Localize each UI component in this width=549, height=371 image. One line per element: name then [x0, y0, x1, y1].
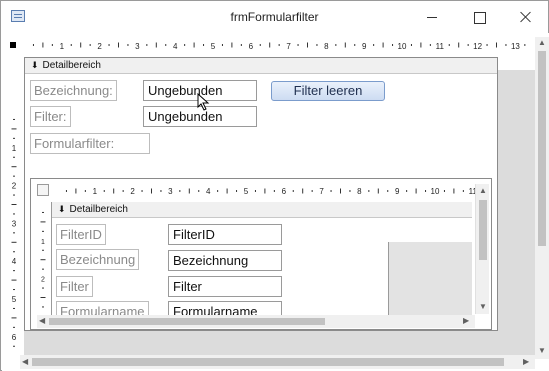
- scroll-left-icon[interactable]: ◀: [22, 358, 28, 366]
- vertical-scrollbar[interactable]: ▲ ▼: [535, 37, 549, 359]
- subform-hscroll-thumb[interactable]: [49, 318, 325, 325]
- filterid-textbox[interactable]: FilterID: [168, 224, 282, 245]
- subform-section-bar[interactable]: ⬇ Detailbereich: [52, 202, 472, 218]
- subform-h-ruler-label: 7: [319, 187, 324, 196]
- maximize-button[interactable]: [456, 1, 502, 33]
- subform-h-ruler-label: 10: [431, 187, 440, 196]
- horizontal-ruler[interactable]: 1 2 3 4 5 6 7 8 9 10 11 12 13: [24, 37, 533, 53]
- h-ruler-label: 12: [473, 42, 482, 51]
- horizontal-scrollbar[interactable]: ◀ ▶: [20, 355, 535, 369]
- bezeichnung-field-textbox[interactable]: Bezeichnung: [168, 250, 282, 271]
- subform-h-ruler-label: 9: [395, 187, 400, 196]
- h-ruler-label: 1: [60, 42, 65, 51]
- clear-filter-button[interactable]: Filter leeren: [271, 81, 385, 101]
- v-ruler-label: 3: [12, 219, 17, 228]
- design-surface: 12345678910111213 1234567 ⬇Detailbereich…: [2, 33, 549, 371]
- h-ruler-label: 13: [511, 42, 520, 51]
- vscroll-thumb[interactable]: [538, 51, 546, 246]
- v-ruler-label: 1: [12, 144, 17, 153]
- bezeichnung-field-label[interactable]: Bezeichnung: [56, 249, 140, 270]
- form-design-window: frmFormularfilter 1 2 3 4 5 6 7 8 9 10 11 12 13 1234…: [0, 0, 549, 371]
- subform-control[interactable]: 1 2 3 4 5 6 7 8 9 10 11 12 ⬇ Detailbereich FilterID…: [30, 178, 492, 330]
- scroll-left-icon[interactable]: ◀: [39, 317, 45, 325]
- close-button[interactable]: [503, 1, 549, 33]
- subform-vertical-scrollbar[interactable]: ▲ ▼: [475, 184, 489, 314]
- subform-horizontal-scrollbar[interactable]: ◀ ▶: [37, 315, 475, 328]
- subform-h-ruler-label: 8: [357, 187, 362, 196]
- scroll-right-icon[interactable]: ▶: [463, 317, 469, 325]
- subform-detail-area[interactable]: ⬇ Detailbereich FilterID FilterID Bezeich…: [51, 202, 472, 322]
- subform-v-ruler-label: 2: [41, 277, 45, 284]
- filter-label[interactable]: Filter:: [30, 106, 71, 127]
- subform-gray-background: [388, 242, 472, 315]
- scroll-down-icon[interactable]: ▼: [479, 303, 487, 311]
- v-ruler-label: 6: [12, 333, 17, 342]
- subform-h-ruler-label: 4: [206, 187, 211, 196]
- subform-section-label: Detailbereich: [69, 204, 128, 215]
- detail-section-bar[interactable]: ⬇ Detailbereich: [25, 58, 497, 74]
- h-ruler-label: 11: [436, 42, 445, 51]
- title-bar[interactable]: frmFormularfilter: [1, 1, 548, 33]
- h-ruler-label: 5: [211, 42, 216, 51]
- subform-selector[interactable]: [37, 184, 49, 196]
- h-ruler-label: 10: [398, 42, 407, 51]
- subform-h-ruler-label: 3: [168, 187, 173, 196]
- h-ruler-label: 7: [286, 42, 291, 51]
- detail-section-label: Detailbereich: [42, 60, 101, 71]
- filter-field-label[interactable]: Filter: [56, 276, 93, 297]
- h-ruler-label: 9: [362, 42, 367, 51]
- mouse-cursor-icon: [197, 93, 210, 111]
- h-ruler-label: 4: [173, 42, 178, 51]
- v-ruler-label: 4: [12, 257, 17, 266]
- section-arrow-icon: ⬇: [58, 204, 66, 214]
- scroll-up-icon[interactable]: ▲: [538, 39, 546, 47]
- h-ruler-label: 3: [135, 42, 140, 51]
- subform-h-ruler-label: 2: [130, 187, 135, 196]
- section-arrow-icon: ⬇: [31, 60, 39, 70]
- subform-h-ruler-label: 5: [244, 187, 249, 196]
- form-selector[interactable]: [10, 42, 16, 48]
- v-ruler-label: 5: [12, 295, 17, 304]
- scroll-right-icon[interactable]: ▶: [523, 358, 529, 366]
- scroll-down-icon[interactable]: ▼: [538, 347, 546, 355]
- subform-v-ruler-label: 1: [41, 239, 45, 246]
- subform-h-ruler-label: 6: [282, 187, 287, 196]
- subform-vscroll-thumb[interactable]: [479, 200, 487, 260]
- filterid-label[interactable]: FilterID: [56, 224, 106, 245]
- v-ruler-label: 2: [12, 182, 17, 191]
- form-detail-area[interactable]: ⬇ Detailbereich Bezeichnung: Ungebunden F…: [24, 57, 498, 331]
- subform-horizontal-ruler[interactable]: 1 2 3 4 5 6 7 8 9 10 11: [55, 184, 475, 198]
- bezeichnung-label[interactable]: Bezeichnung:: [30, 80, 117, 101]
- h-ruler-label: 2: [97, 42, 102, 51]
- subform-vertical-ruler[interactable]: 12: [37, 203, 49, 315]
- h-ruler-label: 6: [249, 42, 254, 51]
- h-ruler-label: 8: [324, 42, 329, 51]
- vertical-ruler[interactable]: 1234567: [6, 57, 22, 353]
- hscroll-thumb[interactable]: [32, 358, 504, 366]
- formularfilter-label[interactable]: Formularfilter:: [30, 133, 150, 154]
- scroll-up-icon[interactable]: ▲: [479, 187, 487, 195]
- filter-field-textbox[interactable]: Filter: [168, 276, 282, 297]
- minimize-button[interactable]: [409, 1, 455, 33]
- gray-background: [498, 70, 535, 360]
- subform-h-ruler-label: 1: [93, 187, 98, 196]
